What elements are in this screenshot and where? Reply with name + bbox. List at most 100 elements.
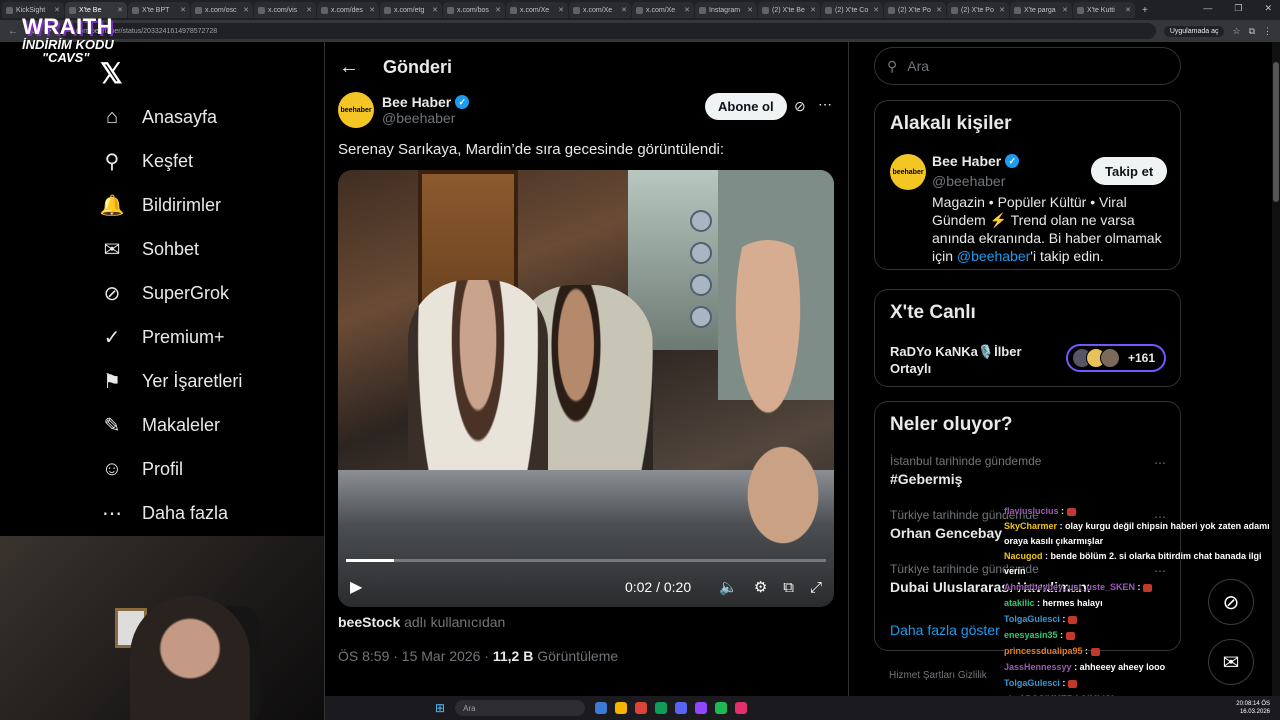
browser-tab[interactable]: (2) X'te Po ✕ [947,2,1009,18]
browser-tab[interactable]: x.com/Xe ✕ [569,2,631,18]
nav-item-sohbet[interactable]: ✉ Sohbet [100,227,242,271]
nav-item-makaleler[interactable]: ✎ Makaleler [100,403,242,447]
browser-tab[interactable]: x.com/osc ✕ [191,2,253,18]
bio-mention-link[interactable]: @beehaber [957,248,1030,264]
chat-username[interactable]: Ahmetbeybey_ust_uste_SKEN [1004,582,1135,592]
browser-tab[interactable]: X'te Kutti ✕ [1073,2,1135,18]
browser-tab[interactable]: X'te parga ✕ [1010,2,1072,18]
chat-username[interactable]: Nacugod [1004,551,1043,561]
chat-username[interactable]: flaviuslucius [1004,506,1059,516]
browser-tab[interactable]: x.com/des ✕ [317,2,379,18]
chat-username[interactable]: TolgaGulesci [1004,614,1060,624]
browser-tab[interactable]: (2) X'te Po ✕ [884,2,946,18]
nav-item-supergrok[interactable]: ⊘ SuperGrok [100,271,242,315]
tab-close-icon[interactable]: ✕ [369,6,375,14]
browser-tab[interactable]: x.com/bos ✕ [443,2,505,18]
nav-item-anasayfa[interactable]: ⌂ Anasayfa [100,95,242,139]
subscribe-button[interactable]: Abone ol [705,93,787,120]
tab-close-icon[interactable]: ✕ [495,6,501,14]
bookmark-star-icon[interactable]: ☆ [1232,26,1240,37]
nav-item-yer-i-aretleri[interactable]: ⚑ Yer İşaretleri [100,359,242,403]
new-tab-icon[interactable]: + [1142,5,1148,16]
author-handle[interactable]: @beehaber [382,110,469,126]
play-icon[interactable]: ▶ [350,577,362,597]
tab-close-icon[interactable]: ✕ [432,6,438,14]
taskbar-app-icon[interactable] [675,702,688,714]
grok-icon[interactable]: ⊘ [794,98,806,115]
tab-close-icon[interactable]: ✕ [873,6,879,14]
open-in-app-button[interactable]: Uygulamada aç [1163,25,1225,37]
pip-icon[interactable]: ⧉ [783,579,794,596]
tab-close-icon[interactable]: ✕ [621,6,627,14]
chat-username[interactable]: enesyasin35 [1004,630,1058,640]
chat-username[interactable]: SkyCharmer [1004,521,1057,531]
live-listeners-pill[interactable]: +161 [1066,344,1166,372]
taskbar-app-icon[interactable] [735,702,748,714]
video-progress-bar[interactable] [346,559,826,562]
trend-item[interactable]: İstanbul tarihinde gündemde #Gebermiş [890,454,1041,487]
system-clock[interactable]: 20:08:14 ÖS 16.03.2026 [1236,700,1270,716]
browser-tab[interactable]: x.com/etg ✕ [380,2,442,18]
back-arrow-icon[interactable]: ← [339,56,359,79]
footer-links[interactable]: Hizmet Şartları Gizlilik [889,670,987,681]
chat-username[interactable]: princessdualipa95 [1004,646,1083,656]
trend-more-icon[interactable]: ⋯ [1154,456,1166,470]
browser-tab[interactable]: x.com/Xe ✕ [506,2,568,18]
browser-back-icon[interactable]: ← [8,26,18,37]
nav-item-daha-fazla[interactable]: ⋯ Daha fazla [100,491,242,535]
messages-float-icon[interactable]: ✉ [1208,639,1254,685]
extensions-icon[interactable]: ⧉ [1249,26,1255,37]
tab-close-icon[interactable]: ✕ [54,6,60,14]
tab-close-icon[interactable]: ✕ [1062,6,1068,14]
taskbar-search[interactable]: Ara [455,700,586,716]
tab-close-icon[interactable]: ✕ [684,6,690,14]
post-timestamp[interactable]: ÖS 8:59 · 15 Mar 2026 · [338,648,493,664]
post-author[interactable]: beehaber Bee Haber ✓ @beehaber [338,92,470,128]
chat-username[interactable]: JassHennessyy [1004,662,1072,672]
tab-close-icon[interactable]: ✕ [117,6,123,14]
page-scrollbar[interactable] [1272,42,1280,696]
window-controls[interactable]: — ❐ ✕ [1203,3,1272,14]
tab-close-icon[interactable]: ✕ [936,6,942,14]
taskbar-app-icon[interactable] [715,702,728,714]
more-options-icon[interactable]: ⋯ [818,96,832,113]
live-space-name[interactable]: RaDYo KaNKa🎙️İlber Ortaylı [890,343,1040,377]
tab-close-icon[interactable]: ✕ [999,6,1005,14]
nav-item-ke-fet[interactable]: ⚲ Keşfet [100,139,242,183]
tab-close-icon[interactable]: ✕ [180,6,186,14]
browser-tab[interactable]: X'te BPT ✕ [128,2,190,18]
tab-close-icon[interactable]: ✕ [306,6,312,14]
follow-button[interactable]: Takip et [1091,157,1168,185]
browser-tab[interactable]: Instagram ✕ [695,2,757,18]
related-person-name[interactable]: Bee Haber ✓ [932,153,1020,169]
chat-username[interactable]: atakilic [1004,598,1035,608]
show-more-link[interactable]: Daha fazla göster [890,622,1000,638]
windows-start-icon[interactable]: ⊞ [435,701,445,715]
taskbar-app-icon[interactable] [615,702,628,714]
browser-tab[interactable]: x.com/Xe ✕ [632,2,694,18]
video-player[interactable]: ▶ 0:02 / 0:20 🔈 ⚙ ⧉ ⤢ [338,170,834,607]
browser-tab[interactable]: x.com/vis ✕ [254,2,316,18]
related-person-handle[interactable]: @beehaber [932,173,1005,189]
settings-gear-icon[interactable]: ⚙ [754,578,767,596]
avatar[interactable]: beehaber [338,92,374,128]
fullscreen-icon[interactable]: ⤢ [810,579,822,596]
menu-icon[interactable]: ⋮ [1263,26,1272,37]
nav-item-profil[interactable]: ☺ Profil [100,447,242,491]
volume-icon[interactable]: 🔈 [719,578,738,596]
avatar[interactable]: beehaber [890,154,926,190]
nav-item-premium-[interactable]: ✓ Premium+ [100,315,242,359]
tab-close-icon[interactable]: ✕ [1125,6,1131,14]
tab-close-icon[interactable]: ✕ [558,6,564,14]
taskbar-app-icon[interactable] [635,702,648,714]
browser-tab[interactable]: (2) X'te Be ✕ [758,2,820,18]
chat-username[interactable]: TolgaGulesci [1004,678,1060,688]
taskbar-app-icon[interactable] [595,702,608,714]
url-field[interactable]: x.com/beehaber/status/203324161497857272… [60,23,1156,39]
taskbar-app-icon[interactable] [695,702,708,714]
taskbar-app-icon[interactable] [655,702,668,714]
tab-close-icon[interactable]: ✕ [810,6,816,14]
search-input[interactable]: ⚲ Ara [874,47,1181,85]
author-name[interactable]: Bee Haber ✓ [382,94,470,110]
tab-close-icon[interactable]: ✕ [243,6,249,14]
